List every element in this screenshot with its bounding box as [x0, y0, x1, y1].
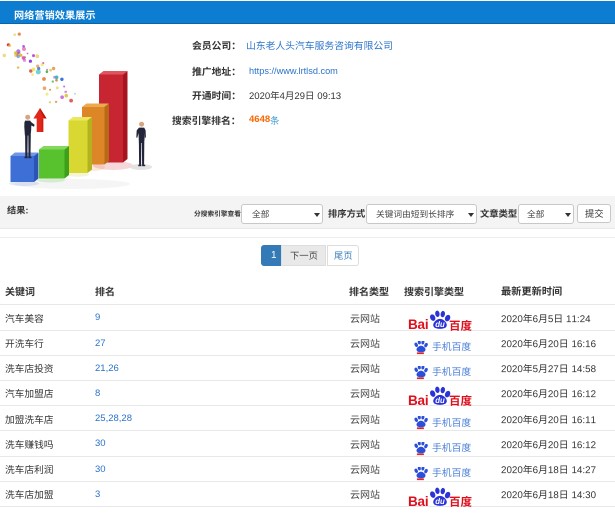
svg-text:du: du — [435, 396, 445, 405]
svg-text:du: du — [435, 497, 445, 506]
svg-text:du: du — [435, 320, 445, 329]
